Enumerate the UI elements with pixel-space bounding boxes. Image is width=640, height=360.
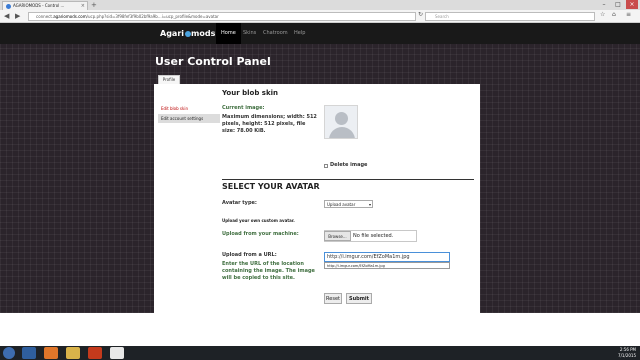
url-prefix: connect. <box>36 14 54 19</box>
sidebar-item-edit-account-settings[interactable]: Edit account settings <box>158 114 220 123</box>
app-icon[interactable] <box>88 347 102 359</box>
avatar-placeholder-head <box>335 112 348 125</box>
menu-icon[interactable]: ≡ <box>626 10 631 19</box>
reset-button[interactable]: Reset <box>324 293 342 304</box>
url-path: /ucp.php?sid=3f98fef3f9b02bf9a9b...i=ucp… <box>86 14 219 19</box>
url-host: agariomods.com <box>53 14 87 19</box>
tab-profile[interactable]: Profile <box>158 75 180 84</box>
address-bar[interactable]: connect.agariomods.com/ucp.php?sid=3f98f… <box>28 12 416 21</box>
back-arrow-icon[interactable]: ◀ <box>4 12 9 21</box>
nav-help[interactable]: Help <box>289 23 310 44</box>
close-window-button[interactable]: × <box>626 0 638 9</box>
browser-tab-bar: AGARIOMODS - Control ... × + – □ × <box>0 0 640 10</box>
blob-skin-heading: Your blob skin <box>222 89 278 97</box>
delete-image-label: Delete image <box>330 162 368 168</box>
custom-avatar-note: Upload your own custom avatar. <box>222 218 295 223</box>
avatar-type-select[interactable]: Upload avatar ▾ <box>324 200 373 208</box>
url-description-line-3: will be copied to this site. <box>222 275 295 281</box>
current-avatar-image <box>324 105 358 139</box>
url-description-line-2: containing the image. The image <box>222 268 315 274</box>
dimensions-line-1: Maximum dimensions; width: 512 <box>222 114 317 120</box>
dimensions-line-3: size: 78.00 KiB. <box>222 128 266 134</box>
taskbar-clock[interactable]: 2:56 PM 7/1/2015 <box>608 347 636 359</box>
delete-image-checkbox[interactable] <box>324 164 328 168</box>
avatar-placeholder-body <box>329 127 355 138</box>
notepad-icon[interactable] <box>110 347 124 359</box>
logo-blob-icon <box>184 30 191 37</box>
avatar-url-input[interactable]: http://i.imgur.com/EfZoMa1m.jpg <box>324 252 450 262</box>
url-description-line-1: Enter the URL of the location <box>222 261 304 267</box>
current-image-label: Current image: <box>222 105 265 111</box>
browser-navigation-bar: ◀ ▶ connect.agariomods.com/ucp.php?sid=3… <box>0 10 640 23</box>
home-icon[interactable]: ⌂ <box>612 10 616 19</box>
tab-favicon-icon <box>6 4 11 9</box>
search-input[interactable]: Search <box>425 12 595 21</box>
url-autocomplete-suggestion[interactable]: http://i.imgur.com/EfZoMa1m.jpg <box>324 262 450 269</box>
upload-machine-label: Upload from your machine: <box>222 231 299 237</box>
maximize-button[interactable]: □ <box>612 0 624 9</box>
bookmark-star-icon[interactable]: ☆ <box>600 10 605 19</box>
minimize-button[interactable]: – <box>598 0 610 9</box>
new-tab-button[interactable]: + <box>91 1 97 9</box>
submit-button[interactable]: Submit <box>346 293 372 304</box>
start-button-icon[interactable] <box>3 347 15 359</box>
sidebar-item-edit-blob-skin[interactable]: Edit blob skin <box>158 104 220 113</box>
tab-title: AGARIOMODS - Control ... <box>13 3 65 8</box>
site-top-navigation: Agari mods.com Home Skins Chatroom Help <box>0 23 640 44</box>
firefox-icon[interactable] <box>44 347 58 359</box>
upload-url-label: Upload from a URL: <box>222 252 277 258</box>
browse-button[interactable]: Browse... <box>324 231 351 241</box>
windows-taskbar: 2:56 PM 7/1/2015 <box>0 346 640 360</box>
avatar-type-label: Avatar type: <box>222 200 257 206</box>
select-avatar-heading: SELECT YOUR AVATAR <box>222 182 320 191</box>
chevron-down-icon: ▾ <box>368 202 371 207</box>
search-placeholder: Search <box>435 14 449 19</box>
ucp-sidebar: Edit blob skin Edit account settings <box>158 104 220 124</box>
reload-icon[interactable]: ↻ <box>418 10 423 19</box>
avatar-type-value: Upload avatar <box>327 202 356 207</box>
file-explorer-icon[interactable] <box>66 347 80 359</box>
website-viewport: Agari mods.com Home Skins Chatroom Help U… <box>0 23 640 313</box>
clock-date: 7/1/2015 <box>618 353 636 358</box>
page-title: User Control Panel <box>155 55 271 68</box>
control-panel: Edit blob skin Edit account settings You… <box>154 84 480 313</box>
tab-close-icon[interactable]: × <box>81 2 85 10</box>
nav-chatroom[interactable]: Chatroom <box>258 23 293 44</box>
internet-explorer-icon[interactable] <box>22 347 36 359</box>
dimensions-line-2: pixels, height: 512 pixels, file <box>222 121 306 127</box>
section-divider <box>222 179 474 180</box>
ucp-main-content: Your blob skin Current image: Maximum di… <box>222 84 474 313</box>
browser-tab[interactable]: AGARIOMODS - Control ... × <box>2 1 88 10</box>
forward-arrow-icon[interactable]: ▶ <box>15 12 20 21</box>
no-file-selected-text: No file selected. <box>353 233 394 239</box>
